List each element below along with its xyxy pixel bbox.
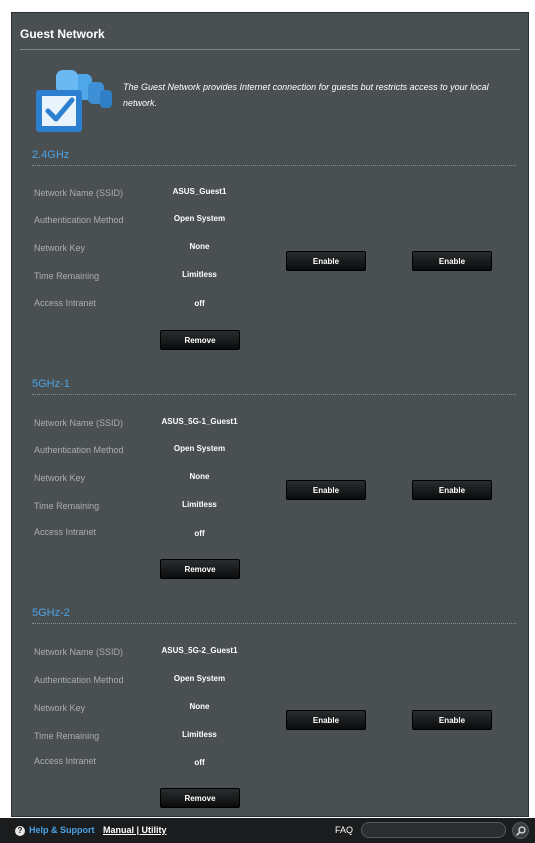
time-label: Time Remaining — [34, 731, 100, 741]
key-value: None — [189, 242, 210, 251]
faq-label: FAQ — [335, 825, 354, 835]
ssid-value: ASUS_5G-1_Guest1 — [161, 417, 238, 426]
enable-button[interactable]: Enable — [412, 480, 492, 500]
search-icon — [515, 825, 526, 836]
faq-search-input[interactable] — [361, 822, 506, 838]
title-divider — [20, 49, 520, 50]
enable-button[interactable]: Enable — [286, 480, 366, 500]
intranet-label: Access Intranet — [34, 298, 97, 308]
key-label: Network Key — [34, 703, 86, 713]
time-value: Limitless — [182, 730, 217, 739]
band-divider — [32, 165, 516, 166]
ssid-label: Network Name (SSID) — [34, 647, 124, 657]
remove-button[interactable]: Remove — [160, 559, 240, 579]
enable-button[interactable]: Enable — [412, 710, 492, 730]
band-divider — [32, 394, 516, 395]
band-title-2-4ghz: 2.4GHz — [32, 149, 70, 161]
ssid-value: ASUS_5G-2_Guest1 — [161, 646, 238, 655]
enable-button[interactable]: Enable — [286, 251, 366, 271]
manual-utility-link[interactable]: Manual | Utility — [103, 825, 167, 835]
guest-network-panel: Guest Network The Guest Network provides… — [11, 12, 529, 817]
intranet-value: off — [194, 529, 205, 538]
search-button[interactable] — [512, 822, 529, 839]
band-title-5ghz-1: 5GHz-1 — [32, 378, 70, 390]
time-value: Limitless — [182, 270, 217, 279]
key-value: None — [189, 702, 210, 711]
intro-description: The Guest Network provides Internet conn… — [123, 82, 489, 108]
auth-value: Open System — [173, 674, 226, 683]
key-label: Network Key — [34, 243, 86, 253]
remove-button[interactable]: Remove — [160, 788, 240, 808]
time-label: Time Remaining — [34, 271, 100, 281]
remove-button[interactable]: Remove — [160, 330, 240, 350]
auth-label: Authentication Method — [34, 445, 124, 455]
enable-button[interactable]: Enable — [286, 710, 366, 730]
ssid-value: ASUS_Guest1 — [172, 187, 227, 196]
auth-label: Authentication Method — [34, 215, 124, 225]
time-value: Limitless — [182, 500, 217, 509]
enable-button[interactable]: Enable — [412, 251, 492, 271]
intranet-value: off — [194, 758, 205, 767]
auth-value: Open System — [173, 214, 226, 223]
help-support-link[interactable]: Help & Support — [29, 825, 95, 835]
intranet-label: Access Intranet — [34, 527, 97, 537]
key-value: None — [189, 472, 210, 481]
time-label: Time Remaining — [34, 501, 100, 511]
intranet-label: Access Intranet — [34, 756, 97, 766]
auth-label: Authentication Method — [34, 675, 124, 685]
ssid-label: Network Name (SSID) — [34, 418, 124, 428]
page-title: Guest Network — [20, 27, 105, 41]
help-circle-icon: ? — [15, 826, 25, 836]
band-title-5ghz-2: 5GHz-2 — [32, 607, 70, 619]
key-label: Network Key — [34, 473, 86, 483]
band-divider — [32, 623, 516, 624]
guest-network-icon — [36, 70, 112, 132]
auth-value: Open System — [173, 444, 226, 453]
intranet-value: off — [194, 299, 205, 308]
ssid-label: Network Name (SSID) — [34, 188, 124, 198]
footer-bar: ? Help & Support Manual | Utility FAQ — [0, 818, 535, 843]
